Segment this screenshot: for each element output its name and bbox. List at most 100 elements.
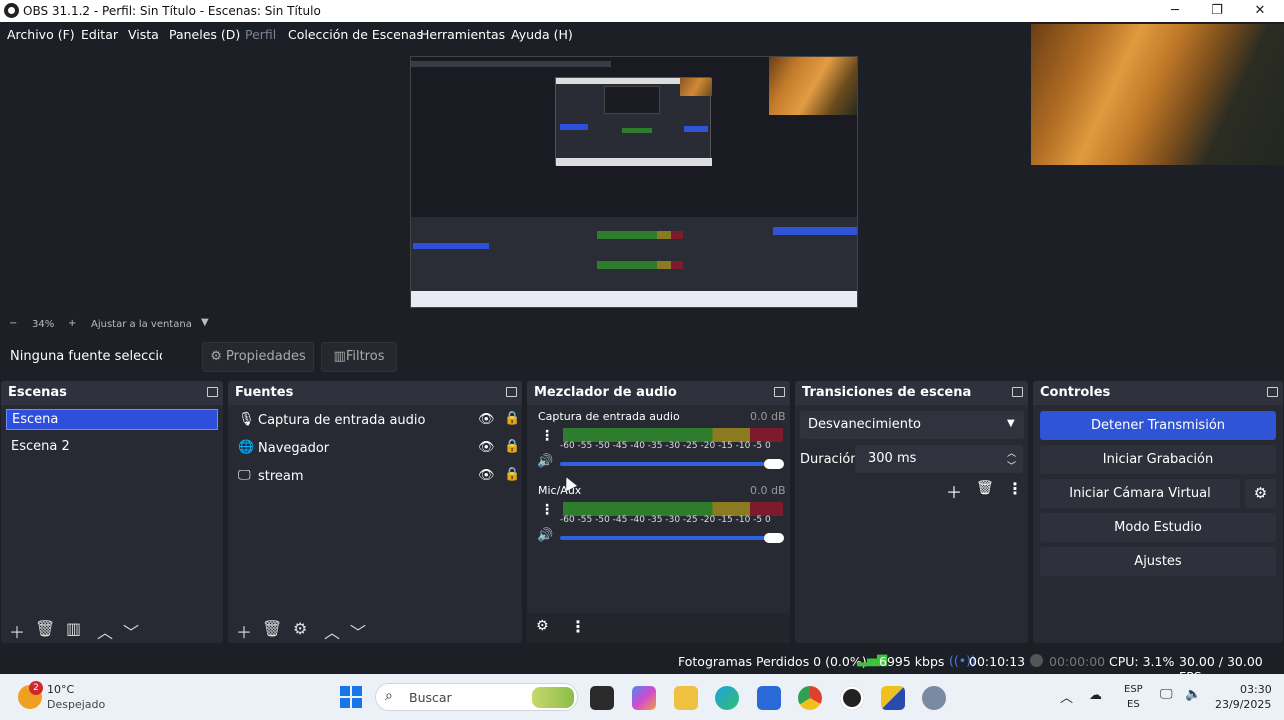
trash-icon[interactable]: 🗑 — [35, 619, 55, 638]
zoom-fit-label[interactable]: Ajustar a la ventana — [91, 319, 192, 330]
settings-gear-icon[interactable] — [922, 686, 946, 710]
volume-slider-handle[interactable] — [764, 459, 784, 469]
speaker-icon[interactable]: 🔊 — [537, 528, 553, 543]
menu-vista[interactable]: Vista — [128, 27, 159, 42]
menu-ayuda[interactable]: Ayuda (H) — [511, 27, 573, 42]
lock-icon[interactable]: 🔒 — [504, 467, 520, 482]
undock-icon[interactable] — [506, 387, 517, 397]
volume-slider[interactable] — [560, 536, 782, 540]
sources-title: Fuentes — [235, 385, 294, 400]
volume-icon[interactable]: 🔈 — [1185, 687, 1201, 702]
source-item-audio[interactable]: 🎙 Captura de entrada audio 👁 🔒 — [234, 408, 522, 434]
speaker-icon[interactable]: 🔊 — [537, 454, 553, 469]
filter-icon[interactable]: ▥ — [66, 619, 81, 638]
volume-slider[interactable] — [560, 462, 782, 466]
menu-coleccion-escenas[interactable]: Colección de Escenas — [288, 27, 423, 42]
record-time: 00:00:00 — [1049, 654, 1106, 669]
clock-date[interactable]: 23/9/2025 — [1215, 698, 1271, 711]
add-icon[interactable]: ＋ — [236, 619, 252, 643]
restore-icon[interactable]: ❐ — [1202, 1, 1232, 21]
undock-icon[interactable] — [774, 387, 785, 397]
minimize-icon[interactable]: ─ — [1160, 1, 1190, 21]
kebab-menu-icon[interactable]: ⋮ — [570, 617, 586, 636]
properties-button[interactable]: ⚙ Propiedades — [202, 342, 314, 372]
lock-icon[interactable]: 🔒 — [504, 411, 520, 426]
eye-icon[interactable]: 👁 — [478, 412, 495, 427]
chevron-up-icon[interactable]: ︿ — [1060, 687, 1073, 706]
zoom-dropdown-icon[interactable]: ▼ — [201, 317, 209, 328]
trash-icon[interactable]: 🗑 — [262, 619, 282, 638]
obs-taskbar-icon[interactable] — [840, 686, 864, 710]
source-item-stream[interactable]: 🖵 stream 👁 🔒 — [234, 464, 522, 490]
scenes-header: Escenas — [1, 381, 223, 405]
network-cloud-icon[interactable]: ☁ — [1089, 688, 1102, 703]
chevron-down-icon[interactable]: ﹀ — [123, 619, 139, 643]
undock-icon[interactable] — [1012, 387, 1023, 397]
studio-mode-button[interactable]: Modo Estudio — [1040, 513, 1276, 542]
spin-up-icon[interactable]: ︿ — [1007, 446, 1016, 459]
source-toolbar: Ninguna fuente seleccionac ⚙ Propiedades… — [0, 340, 1284, 374]
chevron-up-icon[interactable]: ︿ — [324, 619, 340, 643]
clock-time[interactable]: 03:30 — [1240, 683, 1272, 696]
transition-select[interactable]: Desvanecimiento ▼ — [800, 411, 1024, 439]
duration-spinbox[interactable]: 300 ms ︿ ﹀ — [855, 445, 1023, 473]
mixer-channel: Captura de entrada audio 0.0 dB ⋮ -60 -5… — [527, 408, 790, 478]
keyboard-layout[interactable]: ES — [1127, 699, 1140, 710]
menu-perfil[interactable]: Perfil — [245, 27, 276, 42]
start-recording-button[interactable]: Iniciar Grabación — [1040, 445, 1276, 474]
start-virtual-camera-button[interactable]: Iniciar Cámara Virtual — [1040, 479, 1240, 508]
chrome-icon[interactable] — [798, 686, 822, 710]
add-icon[interactable]: ＋ — [9, 619, 25, 643]
stop-stream-button[interactable]: Detener Transmisión — [1040, 411, 1276, 440]
gear-icon: ⚙ — [210, 349, 222, 364]
virtual-camera-settings-gear-icon[interactable]: ⚙ — [1245, 479, 1276, 508]
display-icon[interactable]: 🖵 — [1160, 687, 1173, 702]
scene-item-escena-2[interactable]: Escena 2 — [6, 437, 218, 458]
undock-icon[interactable] — [1267, 387, 1278, 397]
filters-label: Filtros — [345, 349, 385, 364]
windows-start-icon[interactable] — [340, 686, 362, 708]
menu-editar[interactable]: Editar — [81, 27, 118, 42]
preview-canvas[interactable] — [410, 56, 858, 308]
kebab-menu-icon[interactable]: ⋮ — [1007, 479, 1023, 498]
close-icon[interactable]: ✕ — [1245, 1, 1275, 21]
kebab-menu-icon[interactable]: ⋮ — [540, 428, 554, 444]
zoom-in-button[interactable]: + — [68, 318, 76, 329]
microphone-icon: 🎙 — [238, 412, 255, 427]
trash-icon[interactable]: 🗑 — [976, 480, 994, 496]
add-icon[interactable]: ＋ — [946, 479, 962, 503]
globe-icon: 🌐 — [238, 440, 255, 455]
edge-icon[interactable] — [715, 686, 739, 710]
spin-down-icon[interactable]: ﹀ — [1007, 459, 1016, 472]
language-code[interactable]: ESP — [1124, 684, 1143, 695]
menu-paneles[interactable]: Paneles (D) — [169, 27, 240, 42]
sources-dock: Fuentes 🎙 Captura de entrada audio 👁 🔒 🌐… — [228, 381, 522, 643]
file-explorer-icon[interactable] — [674, 686, 698, 710]
eye-icon[interactable]: 👁 — [478, 468, 495, 483]
app-icon[interactable] — [881, 686, 905, 710]
copilot-icon[interactable] — [632, 686, 656, 710]
chevron-down-icon[interactable]: ﹀ — [350, 619, 366, 643]
zoom-out-button[interactable]: − — [9, 318, 17, 329]
chevron-up-icon[interactable]: ︿ — [97, 619, 113, 643]
scene-item-escena[interactable]: Escena — [6, 409, 218, 430]
filters-button[interactable]: ▥Filtros — [321, 342, 397, 372]
eye-icon[interactable]: 👁 — [478, 440, 495, 455]
advanced-audio-gear-icon[interactable]: ⚙ — [536, 618, 549, 634]
menu-herramientas[interactable]: Herramientas — [420, 27, 505, 42]
task-view-icon[interactable] — [590, 686, 614, 710]
source-item-navegador[interactable]: 🌐 Navegador 👁 🔒 — [234, 436, 522, 462]
lock-icon[interactable]: 🔒 — [504, 439, 520, 454]
gear-icon[interactable]: ⚙ — [293, 619, 307, 638]
menu-archivo[interactable]: Archivo (F) — [7, 27, 75, 42]
settings-button[interactable]: Ajustes — [1040, 547, 1276, 576]
weather-temp: 10°C — [47, 683, 75, 696]
dropped-frames: Fotogramas Perdidos 0 (0.0%) — [678, 654, 867, 669]
undock-icon[interactable] — [207, 387, 218, 397]
volume-meter — [563, 502, 783, 516]
meter-ticks: -60 -55 -50 -45 -40 -35 -30 -25 -20 -15 … — [560, 441, 771, 451]
taskbar-search[interactable]: ⌕ Buscar — [375, 683, 578, 711]
store-icon[interactable] — [757, 686, 781, 710]
volume-slider-handle[interactable] — [764, 533, 784, 543]
kebab-menu-icon[interactable]: ⋮ — [540, 502, 554, 518]
